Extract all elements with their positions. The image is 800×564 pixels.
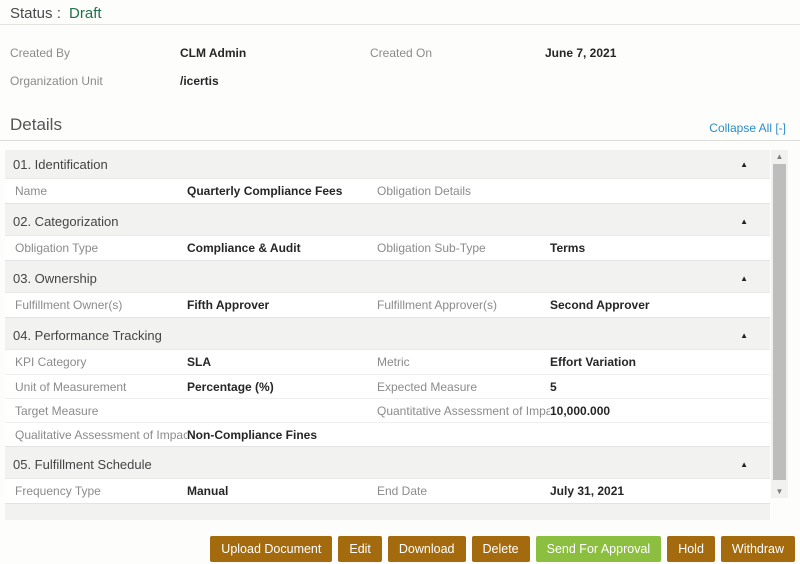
detail-row: Unit of Measurement Percentage (%) Expec… xyxy=(5,374,770,398)
detail-row: Name Quarterly Compliance Fees Obligatio… xyxy=(5,179,770,203)
detail-row: Fulfillment Owner(s) Fifth Approver Fulf… xyxy=(5,293,770,317)
field-label: Fulfillment Approver(s) xyxy=(377,293,550,317)
details-section: 03. Ownership ▲ Fulfillment Owner(s) Fif… xyxy=(5,266,770,318)
field-label: Metric xyxy=(377,350,550,374)
section-header[interactable]: 01. Identification ▲ xyxy=(5,152,770,178)
details-title: Details xyxy=(10,115,62,135)
section-title: 04. Performance Tracking xyxy=(13,328,162,343)
status-value: Draft xyxy=(69,5,102,22)
section-rows: Frequency Type Manual End Date July 31, … xyxy=(5,478,770,504)
field-label: Obligation Sub-Type xyxy=(377,236,550,260)
organization-unit-label: Organization Unit xyxy=(10,74,180,88)
field-label: Target Measure xyxy=(15,399,187,423)
field-value: Manual xyxy=(187,479,377,503)
details-section: 05. Fulfillment Schedule ▲ Frequency Typ… xyxy=(5,452,770,504)
details-header: Details Collapse All [-] xyxy=(0,113,800,141)
field-value: Percentage (%) xyxy=(187,375,377,399)
scroll-down-icon[interactable]: ▼ xyxy=(771,485,788,498)
section-header[interactable]: 04. Performance Tracking ▲ xyxy=(5,323,770,349)
detail-row: KPI Category SLA Metric Effort Variation xyxy=(5,350,770,374)
section-rows: Obligation Type Compliance & Audit Oblig… xyxy=(5,235,770,261)
details-section: 04. Performance Tracking ▲ KPI Category … xyxy=(5,323,770,447)
details-panel: 01. Identification ▲ Name Quarterly Comp… xyxy=(5,150,770,520)
details-section: 01. Identification ▲ Name Quarterly Comp… xyxy=(5,152,770,204)
section-title: 02. Categorization xyxy=(13,214,119,229)
section-rows: Name Quarterly Compliance Fees Obligatio… xyxy=(5,178,770,204)
collapse-arrow-icon[interactable]: ▲ xyxy=(740,452,748,478)
action-button-download[interactable]: Download xyxy=(388,536,466,562)
action-button-withdraw[interactable]: Withdraw xyxy=(721,536,795,562)
created-on-value: June 7, 2021 xyxy=(545,46,800,60)
scrollbar-thumb[interactable] xyxy=(773,164,786,480)
field-value: Fifth Approver xyxy=(187,293,377,317)
section-title: 01. Identification xyxy=(13,157,108,172)
field-label: End Date xyxy=(377,479,550,503)
field-value: July 31, 2021 xyxy=(550,479,770,503)
action-button-upload-document[interactable]: Upload Document xyxy=(210,536,332,562)
details-sections: 01. Identification ▲ Name Quarterly Comp… xyxy=(5,152,770,504)
section-rows: KPI Category SLA Metric Effort Variation… xyxy=(5,349,770,447)
created-by-label: Created By xyxy=(10,46,180,60)
detail-row: Obligation Type Compliance & Audit Oblig… xyxy=(5,236,770,260)
field-label: KPI Category xyxy=(15,350,187,374)
field-value: Terms xyxy=(550,236,770,260)
details-section: 02. Categorization ▲ Obligation Type Com… xyxy=(5,209,770,261)
field-label: Qualitative Assessment of Impact xyxy=(15,423,187,447)
details-scrollbar: ▲ ▼ xyxy=(771,150,788,498)
detail-row: Frequency Type Manual End Date July 31, … xyxy=(5,479,770,503)
action-button-hold[interactable]: Hold xyxy=(667,536,715,562)
section-header[interactable]: 05. Fulfillment Schedule ▲ xyxy=(5,452,770,478)
footer-actions: Upload DocumentEditDownloadDeleteSend Fo… xyxy=(210,536,795,562)
field-label: Quantitative Assessment of Impact xyxy=(377,399,550,423)
meta-fields: Created By CLM Admin Created On June 7, … xyxy=(0,39,800,95)
field-value: 10,000.000 xyxy=(550,399,770,423)
field-value: Compliance & Audit xyxy=(187,236,377,260)
field-label: Fulfillment Owner(s) xyxy=(15,293,187,317)
field-value: Quarterly Compliance Fees xyxy=(187,179,377,203)
scroll-up-icon[interactable]: ▲ xyxy=(771,150,788,163)
collapse-arrow-icon[interactable]: ▲ xyxy=(740,323,748,349)
field-value: Non-Compliance Fines xyxy=(187,423,377,447)
field-label: Expected Measure xyxy=(377,375,550,399)
created-on-label: Created On xyxy=(370,46,545,60)
field-label: Unit of Measurement xyxy=(15,375,187,399)
field-value: 5 xyxy=(550,375,770,399)
detail-row: Target Measure Quantitative Assessment o… xyxy=(5,398,770,422)
action-button-edit[interactable]: Edit xyxy=(338,536,382,562)
section-header[interactable]: 02. Categorization ▲ xyxy=(5,209,770,235)
field-value: Second Approver xyxy=(550,293,770,317)
status-bar: Status : Draft xyxy=(0,0,800,25)
field-value: Effort Variation xyxy=(550,350,770,374)
field-label: Frequency Type xyxy=(15,479,187,503)
field-label: Obligation Details xyxy=(377,179,550,203)
status-label: Status : xyxy=(10,5,61,22)
section-title: 05. Fulfillment Schedule xyxy=(13,457,152,472)
section-rows: Fulfillment Owner(s) Fifth Approver Fulf… xyxy=(5,292,770,318)
collapse-arrow-icon[interactable]: ▲ xyxy=(740,152,748,178)
field-value: SLA xyxy=(187,350,377,374)
collapse-all-link[interactable]: Collapse All [-] xyxy=(709,121,786,135)
created-by-value: CLM Admin xyxy=(180,46,370,60)
action-button-delete[interactable]: Delete xyxy=(472,536,530,562)
section-title: 03. Ownership xyxy=(13,271,97,286)
field-label: Name xyxy=(15,179,187,203)
organization-unit-value: /icertis xyxy=(180,74,370,88)
detail-row: Qualitative Assessment of Impact Non-Com… xyxy=(5,422,770,446)
collapse-arrow-icon[interactable]: ▲ xyxy=(740,266,748,292)
collapse-arrow-icon[interactable]: ▲ xyxy=(740,209,748,235)
action-button-send-for-approval[interactable]: Send For Approval xyxy=(536,536,662,562)
section-header[interactable]: 03. Ownership ▲ xyxy=(5,266,770,292)
field-label: Obligation Type xyxy=(15,236,187,260)
